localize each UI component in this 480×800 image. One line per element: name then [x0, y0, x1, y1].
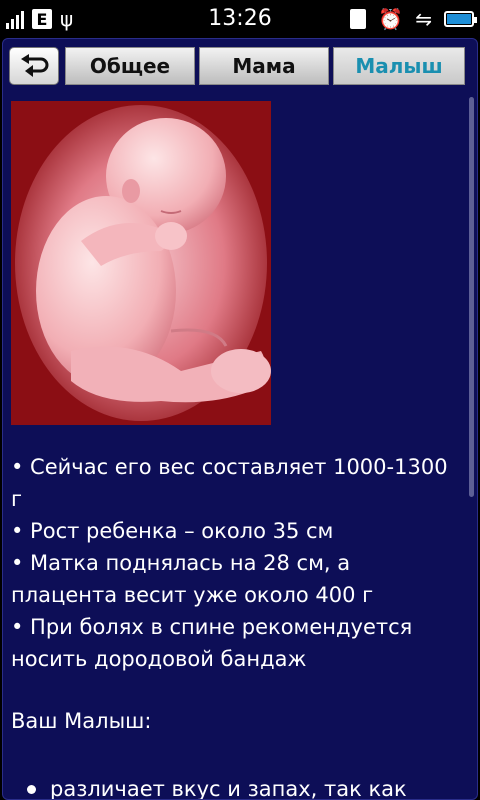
- fact-item: • При болях в спине рекомендуется носить…: [11, 615, 413, 671]
- back-arrow-icon: [21, 54, 49, 77]
- baby-list: различает вкус и запах, так как: [11, 773, 461, 800]
- back-button[interactable]: [9, 47, 59, 85]
- fact-item: • Матка поднялась на 28 см, а плацента в…: [11, 551, 374, 607]
- app-window: Общее Мама Малыш • Сейчас его вес состав…: [2, 38, 478, 800]
- fact-item: • Сейчас его вес составляет 1000-1300 г: [11, 455, 448, 511]
- list-item: различает вкус и запах, так как: [11, 773, 461, 800]
- alarm-icon: ⏰: [378, 7, 404, 31]
- tab-general[interactable]: Общее: [65, 47, 195, 85]
- status-bar: E ψ 13:26 ⏰ ⇋: [0, 0, 480, 38]
- battery-icon: [444, 11, 477, 27]
- facts-list: • Сейчас его вес составляет 1000-1300 г …: [11, 451, 461, 675]
- tab-mom[interactable]: Мама: [199, 47, 329, 85]
- bullet-dot-icon: [27, 784, 36, 794]
- vibrate-icon: ⇋: [415, 7, 432, 31]
- tab-bar: Общее Мама Малыш: [7, 47, 471, 85]
- fetus-image: [11, 101, 271, 425]
- sd-card-icon: [350, 9, 367, 29]
- fact-item: • Рост ребенка – около 35 см: [11, 519, 334, 543]
- list-item-text: различает вкус и запах, так как: [50, 777, 407, 800]
- tab-baby[interactable]: Малыш: [333, 47, 465, 85]
- scrollbar[interactable]: [469, 97, 474, 497]
- section-heading: Ваш Малыш:: [11, 709, 152, 733]
- content-area: • Сейчас его вес составляет 1000-1300 г …: [11, 101, 461, 800]
